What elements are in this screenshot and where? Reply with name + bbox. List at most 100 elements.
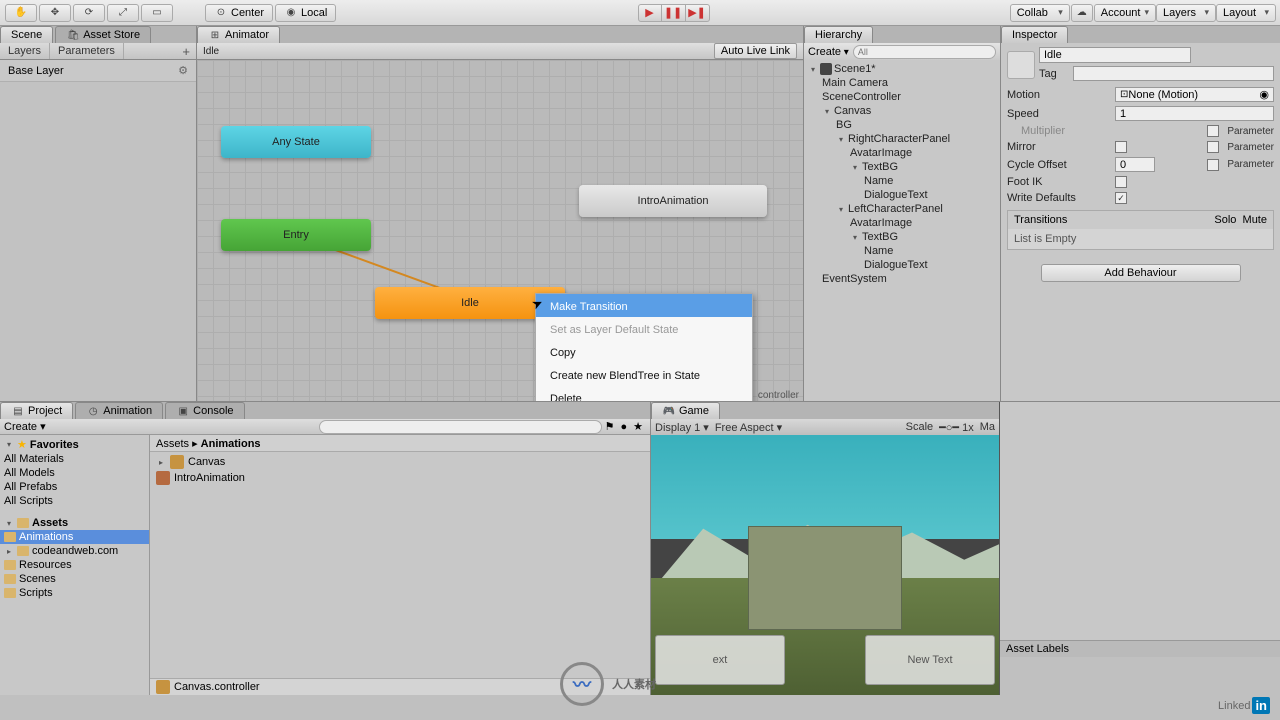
tree-item[interactable]: ▾Canvas bbox=[804, 104, 1000, 118]
tree-item[interactable]: ▾TextBG bbox=[804, 230, 1000, 244]
hierarchy-tab[interactable]: Hierarchy bbox=[804, 26, 873, 43]
mirror-check[interactable] bbox=[1115, 141, 1127, 153]
animator-icon: ⊞ bbox=[208, 28, 222, 42]
local-global-toggle[interactable]: ◉Local bbox=[275, 4, 336, 22]
tree-item[interactable]: Name bbox=[804, 244, 1000, 258]
collab-dropdown[interactable]: Collab bbox=[1010, 4, 1070, 22]
writedefaults-check[interactable]: ✓ bbox=[1115, 192, 1127, 204]
account-dropdown[interactable]: Account bbox=[1094, 4, 1156, 22]
footik-check[interactable] bbox=[1115, 176, 1127, 188]
pivot-center-toggle[interactable]: ⊙Center bbox=[205, 4, 273, 22]
project-breadcrumb[interactable]: Assets ▸ Animations bbox=[150, 435, 650, 452]
step-button[interactable]: ▶❚ bbox=[686, 4, 710, 22]
gear-icon[interactable]: ⚙ bbox=[178, 64, 188, 77]
add-behaviour-button[interactable]: Add Behaviour bbox=[1041, 264, 1241, 282]
cloud-button[interactable]: ☁ bbox=[1071, 4, 1093, 22]
display-dropdown[interactable]: Display 1 ▾ bbox=[655, 421, 709, 434]
tree-item[interactable]: All Materials bbox=[0, 452, 149, 466]
hand-tool[interactable]: ✋ bbox=[5, 4, 37, 22]
rect-tool[interactable]: ▭ bbox=[141, 4, 173, 22]
tree-item[interactable]: AvatarImage bbox=[804, 216, 1000, 230]
file-item[interactable]: ▸Canvas bbox=[154, 454, 646, 470]
game-tab[interactable]: 🎮Game bbox=[651, 402, 720, 419]
animation-tab[interactable]: ◷Animation bbox=[75, 402, 163, 419]
inspector-tab[interactable]: Inspector bbox=[1001, 26, 1068, 43]
entry-node[interactable]: Entry bbox=[221, 219, 371, 251]
search-filter-icon[interactable]: ● bbox=[620, 421, 627, 433]
auto-live-link-toggle[interactable]: Auto Live Link bbox=[714, 43, 797, 59]
favorites-row[interactable]: ▾★Favorites bbox=[0, 437, 149, 452]
breadcrumb[interactable]: Idle bbox=[203, 46, 219, 57]
project-tab[interactable]: ▤Project bbox=[0, 402, 73, 419]
add-layer-button[interactable]: + bbox=[176, 44, 196, 59]
tree-item[interactable]: All Models bbox=[0, 466, 149, 480]
tree-item[interactable]: All Prefabs bbox=[0, 480, 149, 494]
speed-field[interactable]: 1 bbox=[1115, 106, 1274, 121]
animator-graph[interactable]: Any State Entry Idle IntroAnimation ➤ Ma… bbox=[197, 60, 803, 401]
ctx-copy[interactable]: Copy bbox=[536, 340, 752, 363]
scale-slider[interactable]: ━○━ 1x bbox=[939, 421, 974, 434]
tree-item[interactable]: All Scripts bbox=[0, 494, 149, 508]
hierarchy-panel: Hierarchy Create ▾ ▾Scene1* Main Camera … bbox=[803, 26, 1000, 401]
assets-row[interactable]: ▾Assets bbox=[0, 516, 149, 530]
layers-subtab[interactable]: Layers bbox=[0, 43, 50, 59]
tree-item[interactable]: DialogueText bbox=[804, 188, 1000, 202]
play-button[interactable]: ▶ bbox=[638, 4, 662, 22]
scale-tool[interactable]: ⤢ bbox=[107, 4, 139, 22]
tree-item[interactable]: ▾RightCharacterPanel bbox=[804, 132, 1000, 146]
center-label: Center bbox=[231, 7, 264, 19]
parameters-subtab[interactable]: Parameters bbox=[50, 43, 124, 59]
tree-item[interactable]: Scripts bbox=[0, 586, 149, 600]
tree-item[interactable]: ▾LeftCharacterPanel bbox=[804, 202, 1000, 216]
tree-item[interactable]: Main Camera bbox=[804, 76, 1000, 90]
tree-item[interactable]: Scenes bbox=[0, 572, 149, 586]
any-state-node[interactable]: Any State bbox=[221, 126, 371, 158]
tree-item[interactable]: Name bbox=[804, 174, 1000, 188]
cycle-offset-field[interactable]: 0 bbox=[1115, 157, 1155, 172]
animator-tab[interactable]: ⊞Animator bbox=[197, 26, 280, 43]
intro-animation-node[interactable]: IntroAnimation bbox=[579, 185, 767, 217]
asset-labels-section[interactable]: Asset Labels bbox=[1000, 640, 1280, 657]
tree-item[interactable]: SceneController bbox=[804, 90, 1000, 104]
tree-item[interactable]: AvatarImage bbox=[804, 146, 1000, 160]
scene-row[interactable]: ▾Scene1* bbox=[804, 62, 1000, 76]
create-dropdown[interactable]: Create ▾ bbox=[808, 46, 849, 58]
state-name-input[interactable] bbox=[1039, 47, 1191, 63]
watermark-brand: 〰 人人素材 bbox=[560, 662, 656, 706]
tree-item[interactable]: ▾TextBG bbox=[804, 160, 1000, 174]
ctx-make-transition[interactable]: Make Transition bbox=[536, 294, 752, 317]
asset-store-tab[interactable]: 🛍Asset Store bbox=[55, 26, 151, 43]
project-create-dropdown[interactable]: Create ▾ bbox=[4, 420, 46, 433]
mirror-param-check[interactable] bbox=[1207, 141, 1219, 153]
rotate-tool[interactable]: ⟳ bbox=[73, 4, 105, 22]
tree-item[interactable]: Resources bbox=[0, 558, 149, 572]
console-tab[interactable]: ▣Console bbox=[165, 402, 244, 419]
tree-item[interactable]: ▸codeandweb.com bbox=[0, 544, 149, 558]
file-item[interactable]: IntroAnimation bbox=[154, 470, 646, 486]
motion-field[interactable]: ⊡ None (Motion)◉ bbox=[1115, 87, 1274, 102]
scale-icon: ⤢ bbox=[116, 6, 130, 20]
pause-button[interactable]: ❚❚ bbox=[662, 4, 686, 22]
scene-tab[interactable]: Scene bbox=[0, 26, 53, 43]
layers-dropdown[interactable]: Layers bbox=[1156, 4, 1216, 22]
tree-item[interactable]: DialogueText bbox=[804, 258, 1000, 272]
base-layer-row[interactable]: Base Layer ⚙ bbox=[0, 60, 196, 82]
project-search[interactable] bbox=[319, 420, 602, 434]
search-filter-icon[interactable]: ★ bbox=[633, 420, 643, 433]
hierarchy-search[interactable] bbox=[853, 45, 996, 59]
tree-item[interactable]: BG bbox=[804, 118, 1000, 132]
move-tool[interactable]: ✥ bbox=[39, 4, 71, 22]
aspect-dropdown[interactable]: Free Aspect ▾ bbox=[715, 421, 782, 434]
tag-field[interactable] bbox=[1073, 66, 1274, 81]
animator-panel: ⊞Animator Idle Auto Live Link Any State … bbox=[197, 26, 803, 401]
right-char-panel: New Text bbox=[865, 635, 995, 685]
cycle-param-check[interactable] bbox=[1207, 159, 1219, 171]
ctx-delete[interactable]: Delete bbox=[536, 386, 752, 401]
layout-dropdown[interactable]: Layout bbox=[1216, 4, 1276, 22]
search-filter-icon[interactable]: ⚑ bbox=[605, 420, 615, 433]
rotate-icon: ⟳ bbox=[82, 6, 96, 20]
tree-item[interactable]: EventSystem bbox=[804, 272, 1000, 286]
multiplier-param-check[interactable] bbox=[1207, 125, 1219, 137]
ctx-create-blendtree[interactable]: Create new BlendTree in State bbox=[536, 363, 752, 386]
tree-item-selected[interactable]: Animations bbox=[0, 530, 149, 544]
